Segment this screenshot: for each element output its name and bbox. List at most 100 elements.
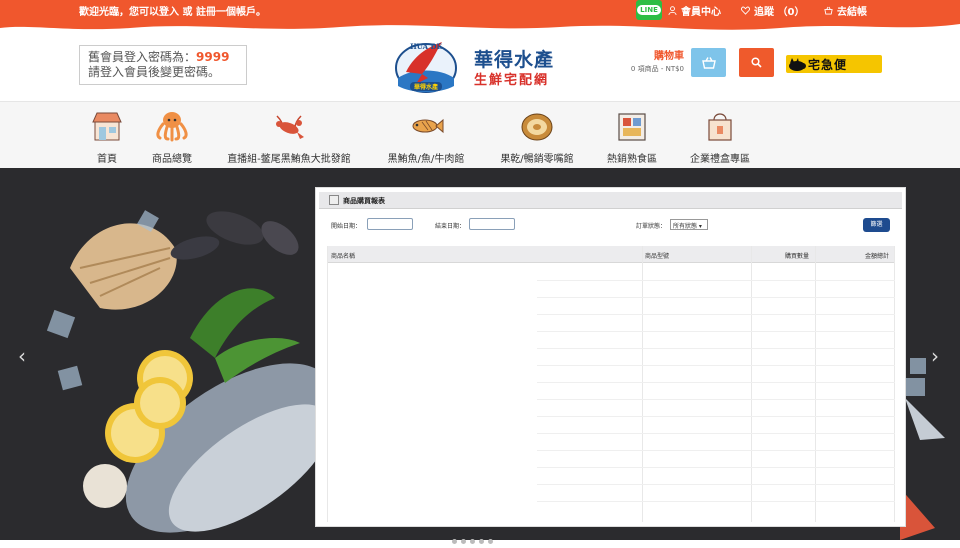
cart-button[interactable] [691, 48, 726, 77]
status-select-value: 所有狀態 [673, 223, 698, 230]
notice-password: 9999 [196, 50, 230, 64]
report-header: 商品購買報表 [319, 192, 902, 209]
line-button[interactable]: LINE [636, 0, 662, 20]
report-table: 商品名稱 商品型號 購買數量 金額總計 [327, 246, 895, 522]
top-bar-wave [0, 18, 960, 30]
tracking-link[interactable]: 追蹤 （0） [741, 3, 804, 18]
report-table-header: 商品名稱 商品型號 購買數量 金額總計 [327, 246, 895, 263]
store-icon [92, 112, 122, 141]
octopus-icon [156, 112, 188, 142]
search-icon [751, 57, 762, 68]
checkout-link[interactable]: 去結帳 [824, 3, 867, 18]
nav-item-tuna-fish-beef[interactable]: 黑鮪魚/魚/牛肉館 [380, 102, 472, 169]
status-select[interactable]: 所有狀態 ▾ [670, 219, 708, 230]
nav-item-gift-box[interactable]: 企業禮盒專區 [682, 102, 758, 169]
notice-prefix: 舊會員登入密碼為： [88, 50, 197, 64]
carousel-prev-arrow[interactable]: ‹ [18, 344, 26, 368]
snack-icon [521, 113, 553, 141]
nav-label: 果乾/暢銷零嘴館 [500, 154, 574, 165]
heart-icon [741, 6, 750, 15]
notice-line-2: 請登入會員後變更密碼。 [88, 65, 221, 79]
welcome-prefix: 歡迎光臨，您可以登入 或 [79, 7, 196, 18]
table-row-line [537, 450, 895, 451]
basket-icon [824, 6, 833, 15]
old-member-notice: 舊會員登入密碼為：9999 請登入會員後變更密碼。 [79, 45, 247, 85]
report-filters: 開始日期： 結束日期： 訂單狀態： 所有狀態 ▾ 篩選 [316, 214, 907, 238]
yamato-text: 宅急便 [808, 57, 848, 72]
table-row-line [537, 501, 895, 502]
column-total-amount: 金額總計 [865, 253, 890, 260]
cart-summary[interactable]: 購物車 0 項商品 - NT$0 [600, 47, 684, 74]
member-center-link[interactable]: 會員中心 [668, 3, 721, 18]
table-row-line [537, 365, 895, 366]
table-row-line [537, 382, 895, 383]
welcome-suffix: 。 [255, 7, 266, 18]
table-row-line [537, 280, 895, 281]
table-divider [642, 246, 643, 522]
logo-name: 華得水產 [474, 49, 555, 71]
black-cat-icon [789, 58, 806, 71]
line-icon: LINE [637, 5, 661, 15]
cart-count: 0 項商品 - NT$0 [630, 65, 684, 73]
start-date-label: 開始日期： [331, 223, 362, 230]
report-icon [329, 195, 339, 205]
start-date-input[interactable] [367, 218, 413, 230]
category-nav: 首頁 商品總覽 直播組-鳖尾黑鮪魚大批發館 黑鮪魚/魚/牛肉館 果乾/暢銷零嘴館… [0, 101, 960, 168]
table-row-line [537, 467, 895, 468]
logo-tagline: 生鮮宅配網 [474, 73, 550, 88]
end-date-label: 結束日期： [435, 223, 466, 230]
basket-icon [701, 56, 716, 69]
table-border [327, 246, 328, 522]
report-title: 商品購買報表 [343, 197, 385, 205]
top-bar: 歡迎光臨，您可以登入 或 註冊一個帳戶。 LINE 會員中心 追蹤 （0） 去結… [0, 0, 960, 30]
nav-label: 熱銷熟食區 [607, 154, 657, 165]
logo-ring-text: HUA DE [410, 42, 442, 51]
table-divider [815, 246, 816, 522]
table-border [894, 246, 895, 522]
end-date-input[interactable] [469, 218, 515, 230]
purchase-report-panel: 商品購買報表 開始日期： 結束日期： 訂單狀態： 所有狀態 ▾ 篩選 商品名稱 … [315, 187, 906, 527]
carousel-next-arrow[interactable]: › [931, 344, 939, 368]
column-product-model: 商品型號 [645, 253, 670, 260]
site-logo[interactable]: 華得水產 HUA DE 華得水產 生鮮宅配網 [390, 36, 580, 96]
nav-label: 商品總覽 [152, 154, 192, 165]
logo-badge-text: 華得水產 [414, 83, 438, 91]
search-button[interactable] [739, 48, 774, 77]
table-row-line [537, 331, 895, 332]
table-row-line [537, 314, 895, 315]
checkout-label: 去結帳 [837, 7, 867, 18]
nav-label: 直播組-鳖尾黑鮪魚大批發館 [227, 154, 351, 165]
column-quantity: 購買數量 [785, 253, 810, 260]
cart-title: 購物車 [654, 51, 684, 62]
logo-emblem: 華得水產 HUA DE [395, 42, 457, 93]
notice-line-1: 舊會員登入密碼為：9999 [88, 50, 238, 65]
register-link[interactable]: 註冊一個帳戶 [196, 7, 256, 18]
deli-icon [618, 113, 646, 141]
column-product-name: 商品名稱 [331, 253, 356, 260]
lobster-icon [276, 115, 304, 139]
table-row-line [537, 416, 895, 417]
table-row-line [537, 348, 895, 349]
member-center-label: 會員中心 [681, 7, 721, 18]
table-row-line [537, 484, 895, 485]
user-icon [668, 6, 677, 15]
table-row-line [537, 399, 895, 400]
table-divider [751, 246, 752, 522]
tracking-label: 追蹤 （0） [754, 7, 805, 18]
nav-item-tuna-livestream[interactable]: 直播組-鳖尾黑鮪魚大批發館 [218, 102, 360, 169]
table-row-line [537, 433, 895, 434]
welcome-text: 歡迎光臨，您可以登入 或 註冊一個帳戶。 [79, 3, 266, 18]
nav-label: 首頁 [97, 154, 117, 165]
fish-icon [412, 118, 444, 134]
nav-label: 黑鮪魚/魚/牛肉館 [387, 154, 465, 165]
nav-item-all-products[interactable]: 商品總覽 [146, 102, 198, 169]
nav-item-snacks[interactable]: 果乾/暢銷零嘴館 [492, 102, 582, 169]
nav-item-home[interactable]: 首頁 [82, 102, 132, 169]
yamato-logo: 宅急便 [786, 55, 882, 73]
carousel-dots [452, 529, 497, 548]
gift-bag-icon [708, 113, 732, 141]
nav-item-deli[interactable]: 熱銷熟食區 [598, 102, 666, 169]
nav-label: 企業禮盒專區 [690, 154, 750, 165]
table-row-line [537, 297, 895, 298]
filter-button[interactable]: 篩選 [863, 218, 890, 232]
